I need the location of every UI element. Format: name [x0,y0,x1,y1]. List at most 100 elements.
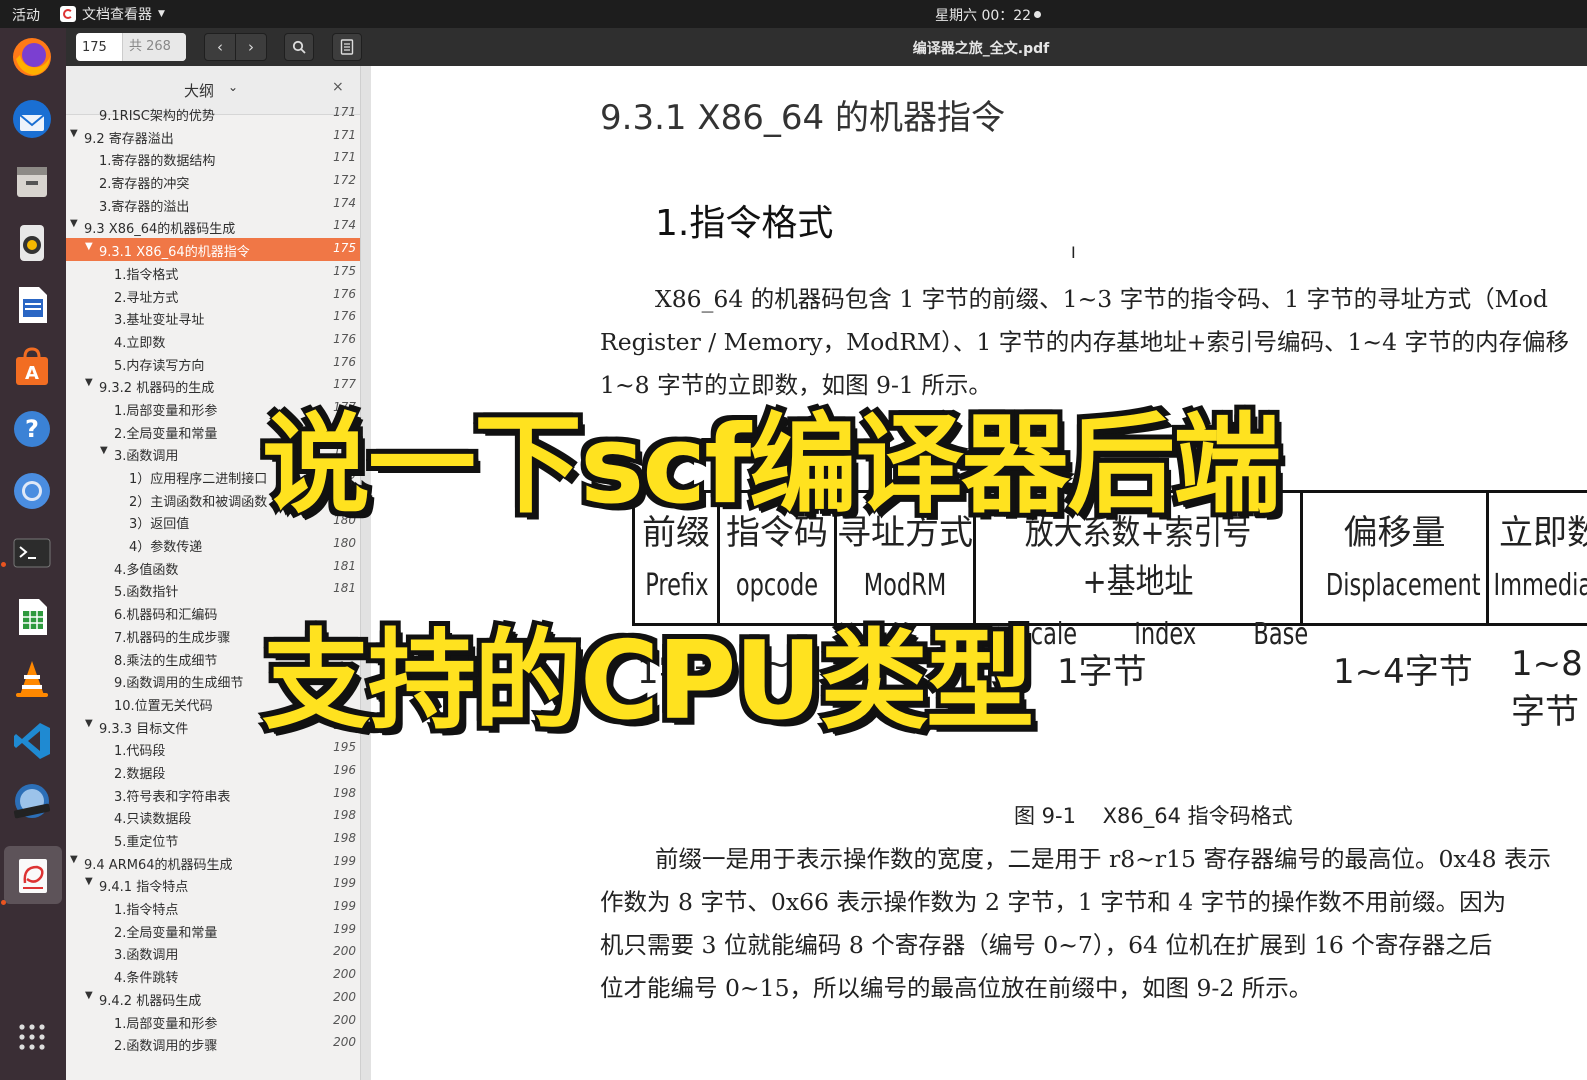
remote-desktop-icon[interactable] [9,780,55,826]
expander-triangle-icon[interactable]: ▼ [85,377,93,388]
viewer-header-bar: 175 共 268 页 ‹ › 编译器之旅_全文.pdf [66,28,1587,82]
rhythmbox-icon[interactable] [9,220,55,266]
activities-button[interactable]: 活动 [12,5,40,25]
outline-item-page: 199 [333,921,356,936]
outline-item[interactable]: 2.数据段 196 [66,760,360,783]
writer-icon[interactable] [9,282,55,328]
outline-item[interactable]: 5.内存读写方向 176 [66,352,360,375]
outline-item[interactable]: 3.函数调用 200 [66,941,360,964]
outline-item[interactable]: 4.条件跳转 200 [66,964,360,987]
outline-item[interactable]: 3.基址变址寻址 176 [66,306,360,329]
outline-item[interactable]: 1.指令格式 175 [66,261,360,284]
annotations-button[interactable] [332,33,362,61]
outline-item[interactable]: 5.重定位节 198 [66,828,360,851]
size-label: 1~4字节 [1333,652,1473,692]
expander-triangle-icon[interactable]: ▼ [70,128,78,139]
outline-item-page: 200 [333,967,356,982]
cell-en: Displacement [1325,568,1481,603]
chevron-down-icon[interactable]: ⌄ [228,80,238,94]
search-button[interactable] [284,33,314,61]
expander-triangle-icon[interactable]: ▼ [100,445,108,456]
terminal-running-dot-icon [1,562,6,567]
previous-page-button[interactable]: ‹ [204,33,236,61]
outline-item[interactable]: 2.全局变量和常量 199 [66,919,360,942]
outline-item-page: 198 [333,831,356,845]
expander-triangle-icon[interactable]: ▼ [70,854,78,865]
outline-item-selected[interactable]: ▼ 9.3.1 X86_64的机器指令 175 [66,238,360,261]
document-icon [340,39,354,55]
outline-item-label: 9.3.3 目标文件 [99,721,189,737]
next-page-button[interactable]: › [235,33,267,61]
outline-item[interactable]: 3.寄存器的溢出 174 [66,193,360,216]
outline-item[interactable]: 3.符号表和字符串表 198 [66,783,360,806]
sidebar-mode-selector[interactable]: 大纲 [184,80,214,101]
outline-item[interactable]: 4.立即数 176 [66,329,360,352]
outline-item-label: 5.重定位节 [114,835,179,850]
outline-item[interactable]: ▼ 9.4.2 机器码生成 200 [66,987,360,1010]
expander-triangle-icon[interactable]: ▼ [85,990,93,1001]
terminal-icon[interactable] [9,530,55,576]
software-center-icon[interactable]: A [9,344,55,390]
vlc-icon[interactable] [9,656,55,702]
document-page[interactable]: 9.3.1 X86_64 的机器指令 1.指令格式 I X86_64 的机器码包… [371,66,1587,1080]
outline-item[interactable]: ▼ 9.2 寄存器溢出 171 [66,125,360,148]
figure-cell-displacement: 偏移量 Displacement [1303,493,1489,623]
expander-triangle-icon[interactable]: ▼ [85,876,93,887]
outline-item-page: 181 [333,558,356,573]
outline-item[interactable]: 1.局部变量和形参 200 [66,1010,360,1033]
chromium-icon[interactable] [9,468,55,514]
help-icon[interactable]: ? [9,406,55,452]
thunderbird-icon[interactable] [9,96,55,142]
files-icon[interactable] [9,158,55,204]
outline-item-page: 171 [333,150,356,165]
outline-item-label: 9.1RISC架构的优势 [99,109,215,124]
outline-item[interactable]: 4.多值函数 181 [66,556,360,579]
document-title: 编译器之旅_全文.pdf [912,41,1050,57]
outline-item-label: 3.函数调用 [114,948,179,964]
outline-item[interactable]: 1.寄存器的数据结构 171 [66,147,360,170]
calc-icon[interactable] [9,594,55,640]
expander-triangle-icon[interactable]: ▼ [70,218,78,229]
outline-item-page: 176 [333,354,356,369]
outline-item-label: 1.指令特点 [114,903,179,919]
app-menu[interactable]: 文档查看器 ▼ [60,4,165,24]
vscode-icon[interactable] [9,718,55,764]
show-apps-icon[interactable] [9,1014,55,1060]
outline-item[interactable]: 4.只读数据段 198 [66,805,360,828]
document-viewer-dock-icon[interactable] [4,846,62,904]
firefox-icon[interactable] [9,34,55,80]
expander-triangle-icon[interactable]: ▼ [85,241,93,252]
outline-item-page: 172 [333,173,356,188]
page-navigator[interactable]: 175 共 268 页 [76,33,186,82]
outline-item-label: 3）返回值 [129,517,190,533]
outline-item-page: 180 [333,536,356,551]
outline-item[interactable]: 2.寻址方式 176 [66,284,360,307]
outline-item-label: 1.代码段 [114,744,166,760]
outline-item-label: 9.4.1 指令特点 [99,880,189,896]
outline-item-label: 9.2 寄存器溢出 [84,131,174,147]
paragraph-line: 机只需要 3 位就能编码 8 个寄存器（编号 0~7），64 位机在扩展到 16… [600,931,1493,959]
outline-item-label: 1.局部变量和形参 [114,403,218,419]
outline-item[interactable]: ▼ 9.3 X86_64的机器码生成 174 [66,215,360,238]
outline-item-label: 2）主调函数和被调函数 [129,494,268,510]
paragraph-line: 前缀一是用于表示操作数的宽度，二是用于 r8~r15 寄存器编号的最高位。0x4… [655,845,1552,873]
notification-dot-icon [1034,11,1042,18]
outline-item[interactable]: 4）参数传递 180 [66,533,360,556]
outline-item[interactable]: ▼ 9.4 ARM64的机器码生成 199 [66,851,360,874]
outline-item[interactable]: 2.寄存器的冲突 172 [66,170,360,193]
outline-item[interactable]: 1.指令特点 199 [66,896,360,919]
outline-item[interactable]: 9.1RISC架构的优势 171 [66,102,360,125]
expander-triangle-icon[interactable]: ▼ [85,718,93,729]
outline-item-page: 176 [333,286,356,301]
outline-item-page: 200 [333,944,356,959]
paragraph-line: 位才能编号 0~15，所以编号的最高位放在前缀中，如图 9-2 所示。 [600,974,1313,1002]
clock[interactable]: 星期六 00：22 [935,5,1042,25]
outline-item-label: 7.机器码的生成步骤 [114,630,231,646]
outline-item-label: 4.条件跳转 [114,971,179,987]
outline-item[interactable]: 2.函数调用的步骤 200 [66,1032,360,1055]
outline-item-page: 176 [333,309,356,324]
outline-item[interactable]: ▼ 9.4.1 指令特点 199 [66,873,360,896]
section-heading: 9.3.1 X86_64 的机器指令 [600,98,1005,138]
close-sidebar-icon[interactable]: × [332,79,344,95]
current-page-input[interactable]: 175 [76,40,122,55]
